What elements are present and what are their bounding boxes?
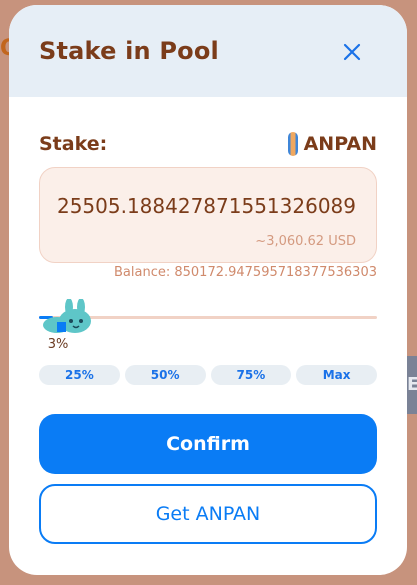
bunny-mascot-icon xyxy=(43,298,91,333)
percent-max-button[interactable]: Max xyxy=(296,365,377,385)
percent-75-button[interactable]: 75% xyxy=(210,365,292,385)
balance-text: Balance: 850172.947595718377536303 xyxy=(114,265,377,280)
amount-box: ~3,060.62 USD xyxy=(39,167,377,263)
backdrop-tab: E xyxy=(407,356,417,414)
modal-header: Stake in Pool xyxy=(9,5,407,97)
modal-title: Stake in Pool xyxy=(39,37,219,65)
amount-usd-value: ~3,060.62 USD xyxy=(255,234,356,249)
stake-modal: Stake in Pool Stake: ANPAN ~3,060.62 USD… xyxy=(9,5,407,575)
stake-amount-input[interactable] xyxy=(56,194,356,218)
slider-thumb[interactable] xyxy=(41,298,95,335)
token-display: ANPAN xyxy=(287,131,377,157)
confirm-button[interactable]: Confirm xyxy=(39,414,377,474)
percent-buttons: 25% 50% 75% Max xyxy=(39,365,377,385)
get-anpan-button[interactable]: Get ANPAN xyxy=(39,484,377,544)
stake-row: Stake: ANPAN xyxy=(39,131,377,157)
stake-percent-slider[interactable] xyxy=(39,295,377,335)
close-button[interactable] xyxy=(341,41,363,63)
token-name: ANPAN xyxy=(303,133,377,155)
percent-50-button[interactable]: 50% xyxy=(124,365,206,385)
close-icon xyxy=(343,43,361,61)
percent-25-button[interactable]: 25% xyxy=(39,365,120,385)
anpan-token-icon xyxy=(287,132,298,156)
stake-label: Stake: xyxy=(39,133,108,155)
slider-percent-label: 3% xyxy=(47,337,69,352)
